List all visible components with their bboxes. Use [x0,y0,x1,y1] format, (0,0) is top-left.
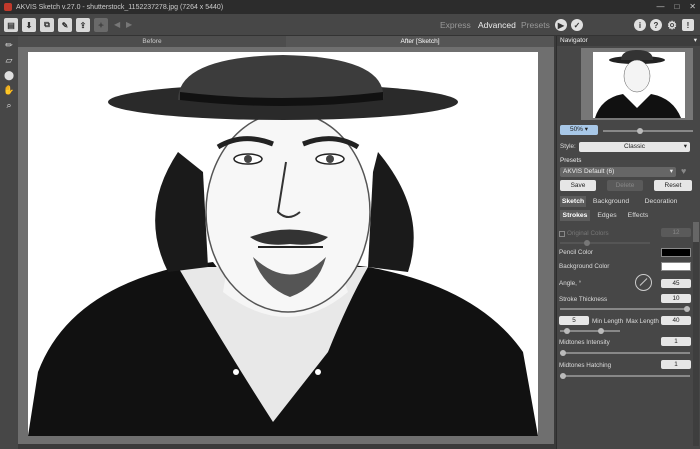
plugin-icon[interactable]: ✦ [94,18,108,32]
info-icon[interactable]: i [634,19,646,31]
background-color-swatch[interactable] [661,262,691,271]
angle-label: Angle, ° [559,280,582,287]
background-color-label: Background Color [559,263,610,270]
batch-icon[interactable]: ⧉ [40,18,54,32]
view-tabs: Before After [Sketch] [18,36,554,47]
angle-value[interactable]: 45 [661,279,691,288]
title-bar: AKVIS Sketch v.27.0 - shutterstock_11522… [0,0,700,14]
settings-panel: Navigator ▾ 50% ▾ Style: Classic ▾ Preset… [556,36,700,449]
zoom-select[interactable]: 50% ▾ [560,125,598,135]
angle-dial[interactable] [635,274,652,291]
mode-presets[interactable]: Presets [521,20,550,30]
settings-icon[interactable]: ⚙ [666,19,678,32]
pencil-color-label: Pencil Color [559,249,593,256]
close-button[interactable]: ✕ [689,2,696,11]
pencil-icon[interactable]: ✏ [3,39,15,51]
app-logo-icon [4,3,12,11]
pencil-color-swatch[interactable] [661,248,691,257]
style-label: Style: [560,143,576,150]
presets-label: Presets [560,157,582,164]
share-icon[interactable]: ⇪ [76,18,90,32]
stroke-thickness-slider[interactable] [560,306,690,312]
min-length-label: Min Length [592,318,624,325]
midtones-intensity-label: Midtones Intensity [559,339,610,346]
help-icon[interactable]: ? [650,19,662,31]
min-length-value[interactable]: 5 [559,316,589,325]
max-length-value[interactable]: 40 [661,316,691,325]
stroke-thickness-label: Stroke Thickness [559,296,608,303]
tab-effects[interactable]: Effects [625,210,651,221]
max-length-label: Max Length [626,318,659,325]
apply-icon[interactable]: ✓ [571,19,583,31]
midtones-intensity-slider[interactable] [560,350,690,356]
redo-icon[interactable]: ▶ [126,20,132,29]
panel-scrollbar[interactable] [693,222,699,446]
window-title: AKVIS Sketch v.27.0 - shutterstock_11522… [16,3,224,11]
original-colors-checkbox[interactable] [559,231,565,237]
undo-icon[interactable]: ◀ [114,20,120,29]
save-icon[interactable]: ⬇ [22,18,36,32]
tab-decoration[interactable]: Decoration [639,196,683,207]
hand-icon[interactable]: ✋ [3,84,15,96]
original-colors-value[interactable]: 12 [661,228,691,237]
tab-strokes[interactable]: Strokes [560,210,590,221]
stroke-thickness-value[interactable]: 10 [661,294,691,303]
run-icon[interactable]: ▶ [555,19,567,31]
navigator-header: Navigator ▾ [557,36,700,46]
presets-select[interactable]: AKVIS Default (6) ▾ [560,167,676,177]
minimize-button[interactable]: — [656,2,664,11]
mode-express[interactable]: Express [440,20,471,30]
delete-preset-button[interactable]: Delete [607,180,643,191]
navigator-title: Navigator [560,37,588,44]
tab-after[interactable]: After [Sketch] [286,36,554,47]
save-preset-button[interactable]: Save [560,180,596,191]
tab-sketch[interactable]: Sketch [560,196,586,207]
sketch-image[interactable] [28,52,538,436]
original-colors-label: Original Colors [567,230,609,237]
mode-advanced[interactable]: Advanced [478,20,516,30]
stamp-icon[interactable]: ⬤ [3,69,15,81]
top-toolbar: ▤ ⬇ ⧉ ✎ ⇪ ✦ ◀ ▶ Express Advanced Presets… [0,14,700,36]
image-area[interactable] [18,47,554,444]
tools-panel: ✏ ▱ ⬤ ✋ ⌕ [0,36,18,449]
tab-edges[interactable]: Edges [595,210,619,221]
tab-background[interactable]: Background [591,196,631,207]
collapse-icon[interactable]: ▾ [694,36,697,46]
maximize-button[interactable]: □ [674,2,679,11]
tab-before[interactable]: Before [18,36,286,47]
preferences-icon[interactable]: ✎ [58,18,72,32]
heart-icon[interactable]: ♥ [681,166,686,176]
length-range-slider[interactable] [560,328,620,334]
midtones-hatching-label: Midtones Hatching [559,362,612,369]
style-select[interactable]: Classic ▾ [579,142,690,152]
open-icon[interactable]: ▤ [4,18,18,32]
zoom-slider[interactable] [603,128,693,134]
midtones-hatching-slider[interactable] [560,373,690,379]
window-controls: — □ ✕ [656,2,696,11]
eraser-icon[interactable]: ▱ [3,54,15,66]
news-icon[interactable]: ! [682,19,694,31]
reset-preset-button[interactable]: Reset [654,180,692,191]
navigator-preview[interactable] [581,48,693,120]
zoom-icon[interactable]: ⌕ [3,99,15,111]
midtones-hatching-value[interactable]: 1 [661,360,691,369]
original-colors-slider[interactable] [560,240,650,246]
midtones-intensity-value[interactable]: 1 [661,337,691,346]
